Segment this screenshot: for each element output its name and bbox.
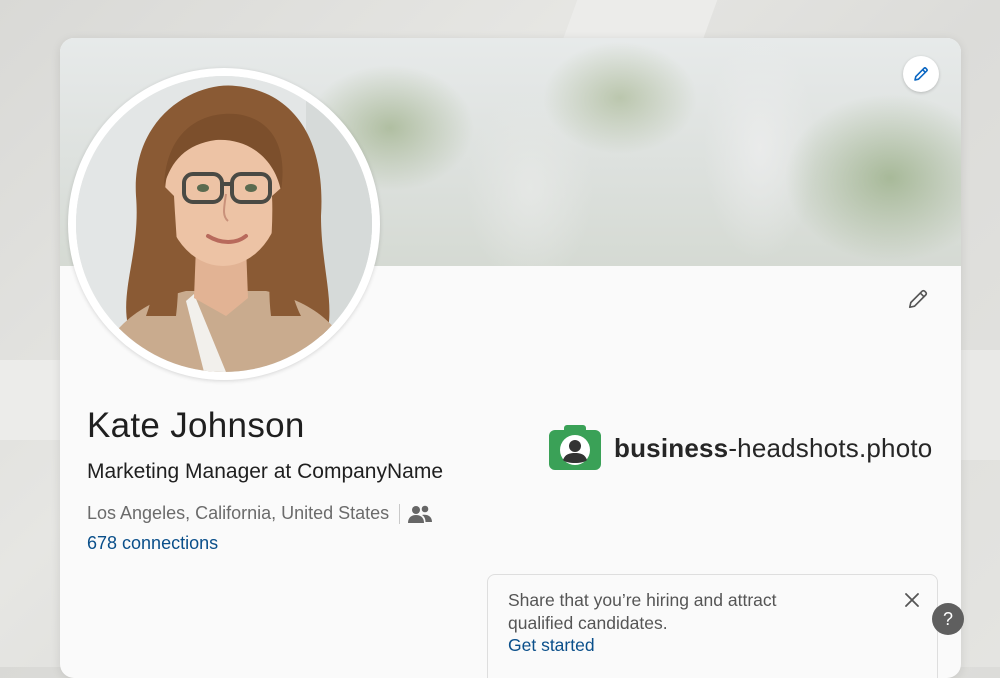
pencil-icon: [914, 67, 928, 81]
camera-person-icon: [549, 425, 601, 470]
people-icon: [408, 505, 433, 523]
watermark-logo: business-headshots.photo: [548, 424, 932, 472]
close-button[interactable]: [901, 589, 923, 611]
profile-photo-image: [76, 76, 372, 372]
get-started-link[interactable]: Get started: [508, 635, 595, 656]
portrait-illustration: [76, 76, 372, 372]
pencil-icon: [908, 289, 928, 309]
watermark-text: business-headshots.photo: [614, 433, 932, 464]
edit-cover-button[interactable]: [903, 56, 939, 92]
profile-name: Kate Johnson: [87, 406, 305, 445]
help-button[interactable]: ?: [932, 603, 964, 635]
background-shape: [0, 360, 60, 440]
location-row: Los Angeles, California, United States: [87, 503, 433, 524]
close-icon: [905, 593, 919, 607]
watermark-rest: -headshots.photo: [728, 432, 933, 463]
profile-headline: Marketing Manager at CompanyName: [87, 460, 443, 483]
hiring-prompt-text: Share that you’re hiring and attract qua…: [508, 590, 777, 633]
edit-intro-button[interactable]: [905, 286, 931, 312]
profile-location: Los Angeles, California, United States: [87, 503, 390, 523]
divider: [399, 503, 401, 524]
profile-card: Kate Johnson Marketing Manager at Compan…: [60, 38, 961, 678]
background-shape: [562, 0, 718, 40]
connections-link[interactable]: 678 connections: [87, 533, 218, 554]
background-shape: [960, 350, 1000, 460]
watermark-bold: business: [614, 432, 729, 463]
hiring-prompt-card: Share that you’re hiring and attract qua…: [487, 574, 938, 678]
profile-photo[interactable]: [68, 68, 380, 380]
